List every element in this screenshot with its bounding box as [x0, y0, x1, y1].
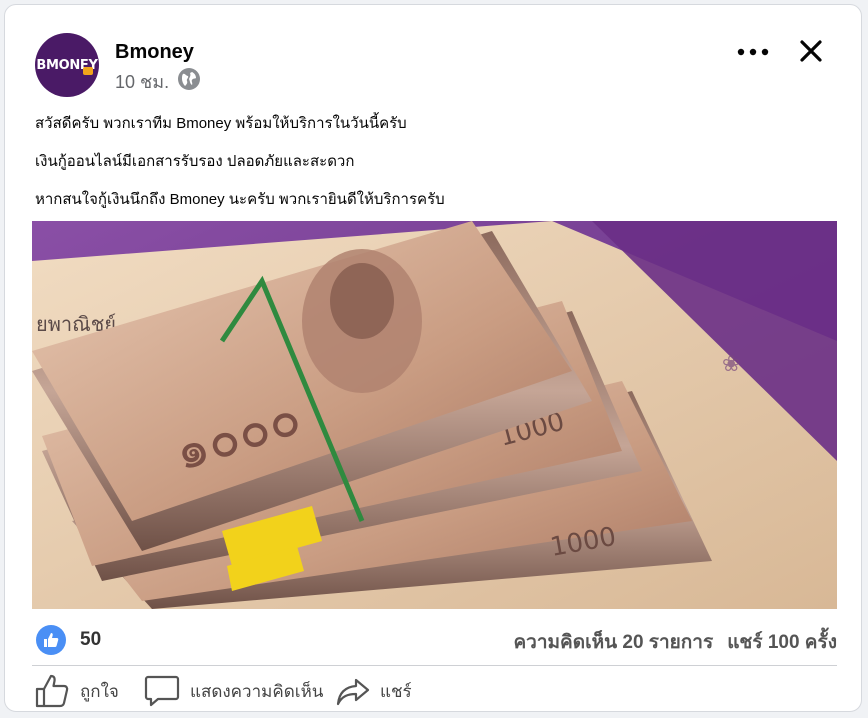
banknote-stack-photo: ❀ ยพาณิชย์ 1000 1000 ๑๐๐๐ — [32, 221, 837, 609]
page-name[interactable]: Bmoney — [115, 41, 194, 64]
comment-icon — [144, 675, 180, 707]
like-count[interactable]: 50 — [80, 629, 101, 651]
like-button[interactable]: ถูกใจ — [34, 669, 119, 711]
post-actions: ถูกใจ แสดงความคิดเห็น แชร์ — [32, 669, 837, 711]
post-stats: 50 ความคิดเห็น 20 รายการ แชร์ 100 ครั้ง — [32, 623, 837, 657]
more-options-button[interactable] — [733, 35, 773, 69]
thumbs-up-icon — [35, 674, 69, 708]
post-text-line-1: สวัสดีครับ พวกเราทีม Bmoney พร้อมให้บริก… — [35, 115, 407, 132]
close-button[interactable] — [793, 33, 829, 69]
post-card: BMONEY Bmoney 10 ชม. สวัสดีครับ พวกเราที… — [4, 4, 862, 712]
thumbs-up-icon — [44, 633, 59, 647]
comment-count[interactable]: ความคิดเห็น 20 รายการ — [513, 627, 713, 657]
post-text-line-2: เงินกู้ออนไลน์มีเอกสารรับรอง ปลอดภัยและส… — [35, 153, 355, 170]
more-icon — [737, 48, 769, 56]
globe-icon — [177, 67, 201, 96]
post-time[interactable]: 10 ชม. — [115, 67, 169, 96]
comment-button-label: แสดงความคิดเห็น — [190, 681, 324, 701]
share-icon — [336, 678, 370, 706]
like-reaction-badge[interactable] — [36, 625, 66, 655]
post-meta: 10 ชม. — [115, 67, 201, 96]
actions-divider — [32, 665, 837, 666]
share-button-label: แชร์ — [380, 681, 412, 701]
post-text-line-3: หากสนใจกู้เงินนึกถึง Bmoney นะครับ พวกเร… — [35, 191, 445, 208]
share-count[interactable]: แชร์ 100 ครั้ง — [727, 627, 837, 657]
share-button[interactable]: แชร์ — [336, 669, 412, 711]
page-avatar[interactable]: BMONEY — [35, 33, 99, 97]
avatar-coin-icon — [83, 67, 93, 75]
post-photo[interactable]: ❀ ยพาณิชย์ 1000 1000 ๑๐๐๐ — [32, 221, 837, 609]
close-icon — [800, 40, 822, 62]
comment-button[interactable]: แสดงความคิดเห็น — [144, 669, 324, 711]
like-button-label: ถูกใจ — [80, 681, 119, 701]
svg-text:❀: ❀ — [722, 352, 740, 377]
